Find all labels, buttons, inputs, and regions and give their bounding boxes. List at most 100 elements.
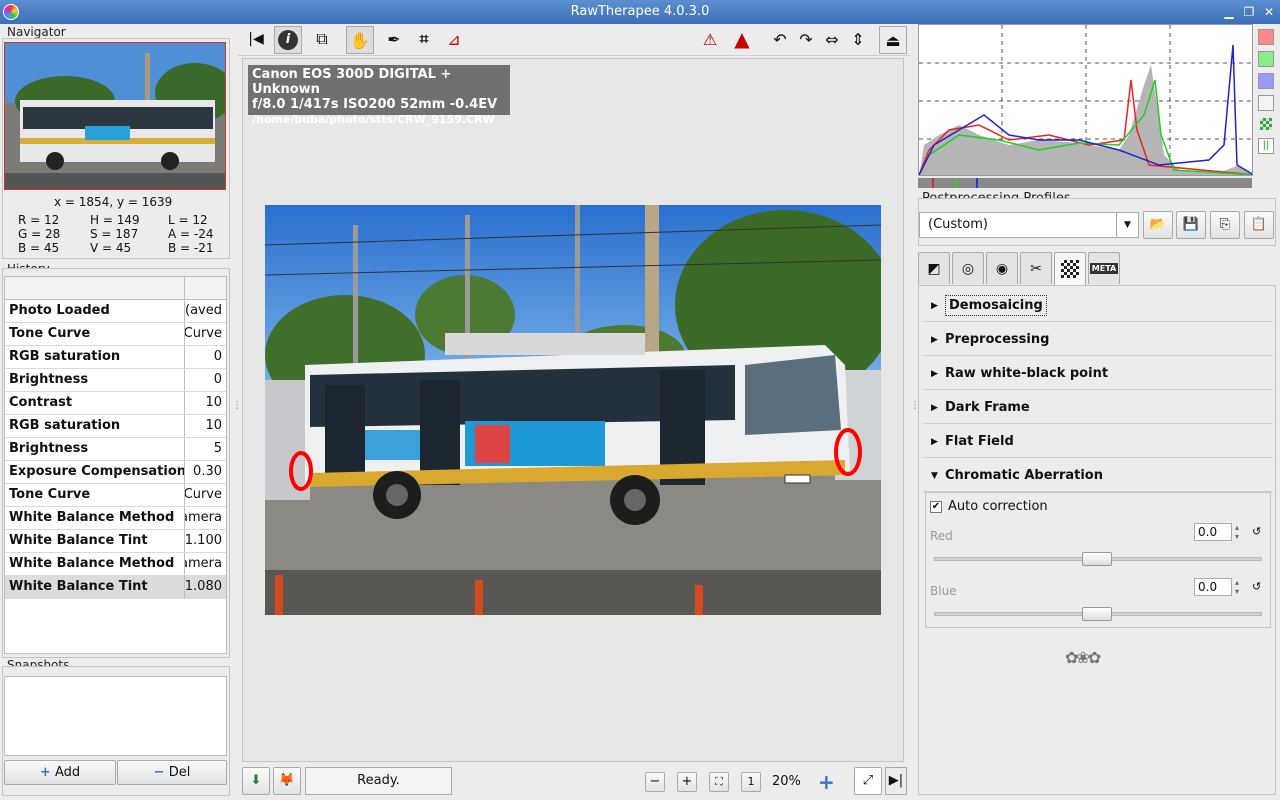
section-header[interactable]: ▶ Dark Frame — [923, 392, 1273, 424]
blue-reset-icon[interactable]: ↺ — [1252, 580, 1261, 593]
highlight-clipping-button[interactable]: ▲ — [728, 24, 756, 54]
raw-icon — [1061, 260, 1079, 278]
window-title: RawTherapee 4.0.3.0 — [570, 4, 710, 19]
zoom-out-button[interactable]: − — [645, 772, 665, 792]
flip-vertical-button[interactable]: ⇕ — [844, 24, 872, 54]
maximize-icon[interactable]: ❐ — [1242, 5, 1256, 19]
load-profile-button[interactable]: 📂 — [1143, 211, 1173, 239]
history-row[interactable]: Contrast 10 — [5, 392, 226, 415]
file-path: /home/buba/photo/stts/CRW_9159.CRW — [252, 113, 495, 126]
straighten-tool-button[interactable]: ⊿ — [440, 24, 468, 54]
rotate-right-button[interactable]: ↷ — [792, 24, 820, 54]
left-splitter[interactable]: ⋮ — [232, 400, 242, 414]
snapshots-list[interactable] — [4, 676, 227, 756]
tab-metadata[interactable]: META — [1088, 252, 1120, 284]
crop-tool-button[interactable]: ⌗ — [410, 24, 438, 54]
section-header[interactable]: ▼ Chromatic Aberration — [923, 460, 1273, 492]
history-row[interactable]: White Balance Methodamera — [5, 507, 226, 530]
history-row[interactable]: Photo Loaded aved) — [5, 300, 226, 323]
history-row[interactable]: Tone Curve Curve — [5, 484, 226, 507]
history-row-label: White Balance Tint — [5, 576, 185, 598]
red-slider-handle[interactable] — [1082, 552, 1112, 566]
paste-profile-button[interactable]: 📋 — [1244, 211, 1274, 239]
histogram-red-toggle[interactable] — [1258, 29, 1274, 45]
history-row-value: 1.080 — [185, 579, 222, 594]
title-bar: RawTherapee 4.0.3.0 ▁ ❐ ✕ — [0, 0, 1280, 24]
h-value: H = 149 — [90, 213, 140, 227]
history-row[interactable]: RGB saturation 10 — [5, 415, 226, 438]
exposure-icon: ◩ — [927, 260, 941, 277]
history-row-value: Curve — [185, 326, 222, 341]
section-label: Flat Field — [945, 434, 1014, 449]
tab-transform[interactable]: ✂ — [1020, 252, 1052, 284]
hide-left-panel-button[interactable]: |◀ — [242, 24, 270, 54]
rotate-left-button[interactable]: ↶ — [766, 24, 794, 54]
section-header[interactable]: ▶ Preprocessing — [923, 324, 1273, 356]
tab-detail[interactable]: ◎ — [952, 252, 984, 284]
histogram-luminance-toggle[interactable] — [1258, 95, 1274, 111]
white-balance-picker-button[interactable]: ✒ — [380, 24, 408, 54]
navigator-thumbnail[interactable] — [4, 42, 226, 190]
minus-icon: − — [153, 765, 165, 780]
preview-image[interactable] — [265, 205, 881, 615]
history-row[interactable]: RGB saturation 0 — [5, 346, 226, 369]
hide-right-panel-button[interactable]: ▶| — [885, 767, 907, 795]
histogram-bar-toggle[interactable]: || — [1258, 138, 1274, 154]
history-row-label: Exposure Compensation — [5, 461, 185, 483]
history-row[interactable]: White Balance Tint 1.080 — [5, 576, 226, 599]
section-header[interactable]: ▶ Raw white-black point — [923, 358, 1273, 390]
copy-profile-button[interactable]: ⎘ — [1210, 211, 1240, 239]
add-snapshot-button[interactable]: + Add — [4, 760, 116, 785]
right-splitter[interactable]: ⋮ — [910, 400, 920, 414]
hand-tool-button[interactable]: ✋ — [346, 26, 374, 54]
info-button[interactable]: i — [274, 26, 302, 54]
tab-color[interactable]: ◉ — [986, 252, 1018, 284]
send-to-editor-button[interactable]: 🦊 — [273, 767, 301, 795]
history-row[interactable]: White Balance Tint 1.100 — [5, 530, 226, 553]
red-reset-icon[interactable]: ↺ — [1252, 525, 1261, 538]
new-detail-window-button[interactable]: + — [818, 770, 835, 794]
profile-select[interactable]: (Custom) ▼ — [919, 212, 1139, 238]
history-row-value: 0.30 — [193, 464, 222, 479]
red-spin-arrows[interactable]: ▴ ▾ — [1235, 523, 1239, 541]
history-row[interactable]: White Balance Methodamera — [5, 553, 226, 576]
red-value-input[interactable]: 0.0 — [1194, 523, 1232, 541]
tab-exposure[interactable]: ◩ — [918, 252, 950, 284]
blue-slider-handle[interactable] — [1082, 607, 1112, 621]
shadow-clipping-button[interactable]: ⚠ — [696, 24, 724, 54]
blue-value-input[interactable]: 0.0 — [1194, 578, 1232, 596]
save-profile-button[interactable]: 💾 — [1176, 211, 1206, 239]
zoom-in-small-button[interactable]: + — [677, 772, 697, 792]
section-header[interactable]: ▶ Flat Field — [923, 426, 1273, 458]
histogram-raw-toggle[interactable] — [1260, 118, 1272, 130]
history-row[interactable]: Brightness 0 — [5, 369, 226, 392]
history-row[interactable]: Brightness 5 — [5, 438, 226, 461]
red-label: Red — [930, 529, 953, 543]
blue-spin-arrows[interactable]: ▴ ▾ — [1235, 578, 1239, 596]
history-header — [5, 277, 226, 300]
history-row[interactable]: Exposure Compensation 0.30 — [5, 461, 226, 484]
fullscreen-button[interactable]: ⤢ — [854, 767, 882, 795]
flip-horizontal-button[interactable]: ⇔ — [818, 24, 846, 54]
histogram-green-toggle[interactable] — [1258, 51, 1274, 67]
section-label: Demosaicing — [945, 295, 1047, 316]
paste-icon: 📋 — [1250, 217, 1268, 232]
zoom-100-button[interactable]: 1 — [741, 772, 761, 792]
del-snapshot-button[interactable]: − Del — [117, 760, 227, 785]
minimize-icon[interactable]: ▁ — [1222, 5, 1236, 19]
tab-raw[interactable] — [1054, 252, 1086, 285]
histogram-blue-toggle[interactable] — [1258, 73, 1274, 89]
close-icon[interactable]: ✕ — [1262, 5, 1276, 19]
auto-correction-checkbox[interactable]: ✔ — [930, 501, 942, 513]
save-image-button[interactable]: ⬇ — [242, 767, 270, 795]
hide-top-panel-button[interactable]: ⏏ — [879, 26, 907, 54]
history-row[interactable]: Tone Curve Curve — [5, 323, 226, 346]
bars-icon: || — [1262, 140, 1270, 151]
before-after-button[interactable]: ⧉ — [308, 24, 336, 54]
fullscreen-icon: ⤢ — [862, 773, 874, 788]
add-label: Add — [54, 765, 81, 780]
save-profile-icon: 💾 — [1182, 217, 1200, 232]
history-row-value: 10 — [205, 395, 222, 410]
zoom-fit-button[interactable]: ⛶ — [709, 772, 729, 792]
section-header[interactable]: ▶ Demosaicing — [923, 290, 1273, 322]
